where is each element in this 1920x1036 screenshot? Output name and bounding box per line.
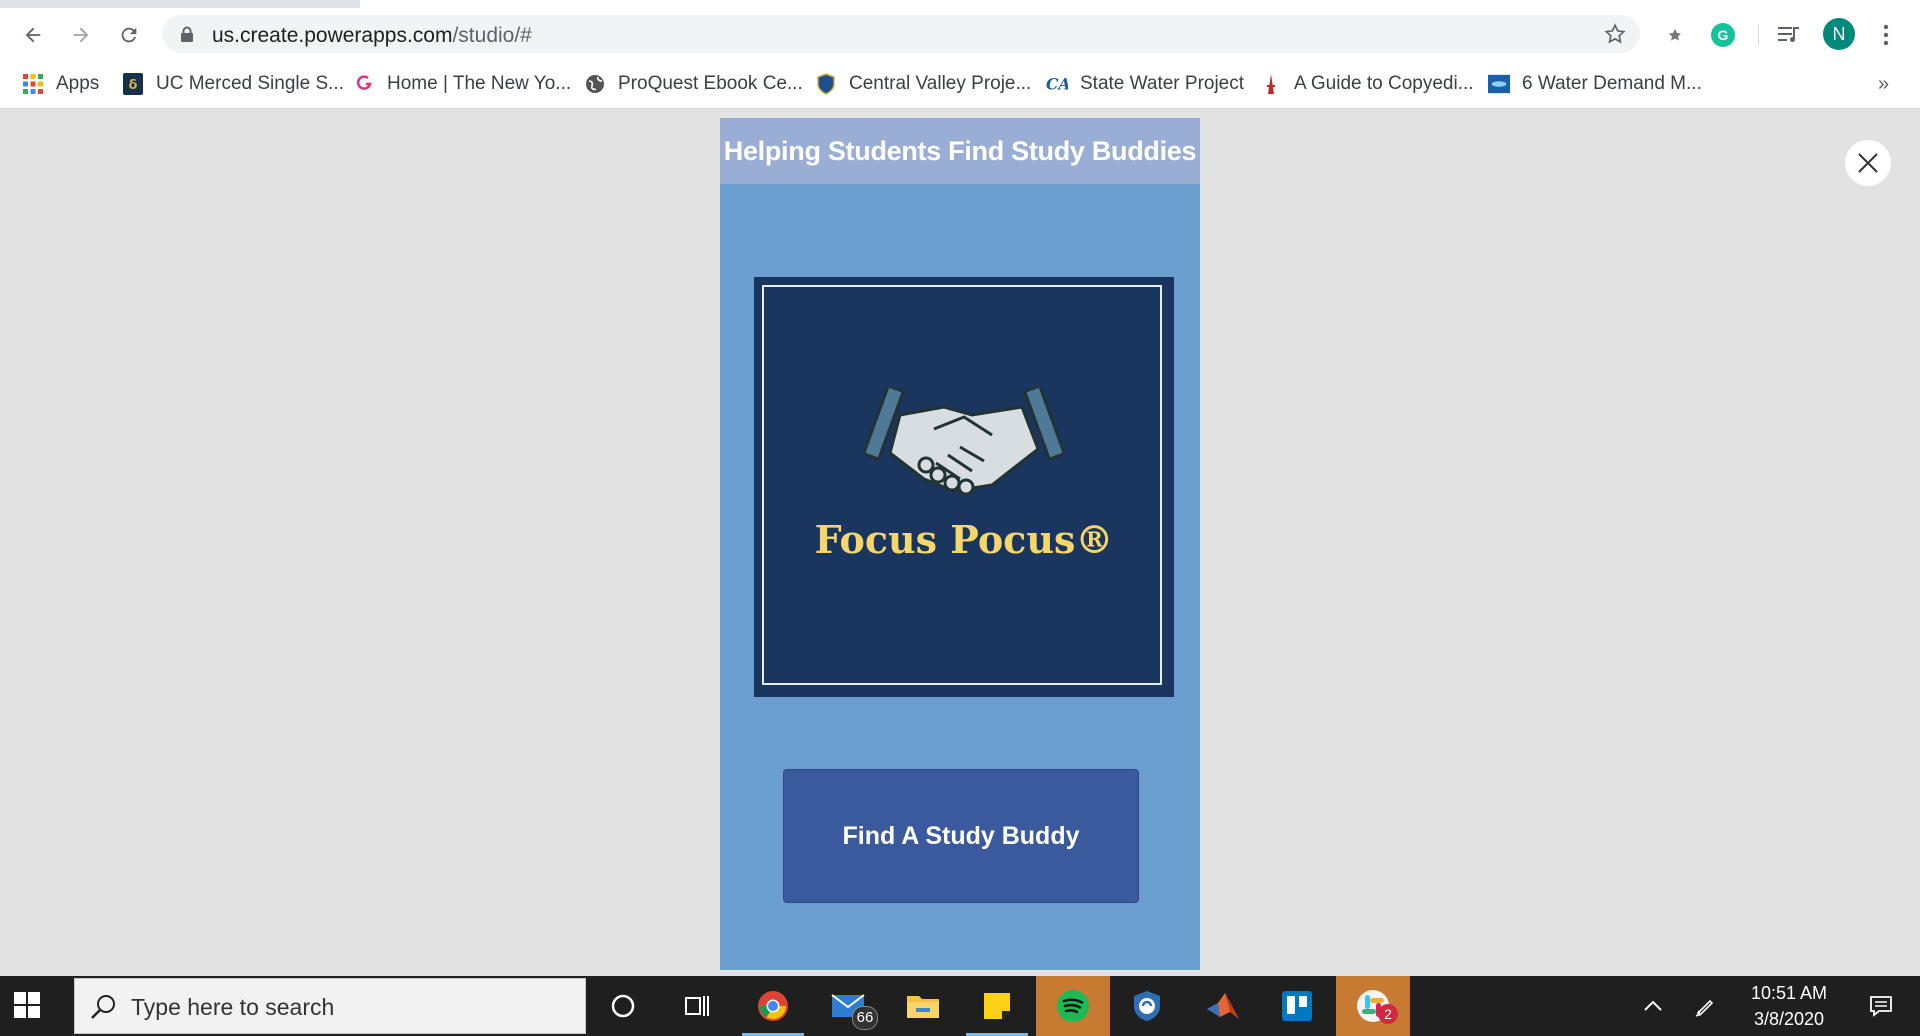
system-clock[interactable]: 10:51 AM 3/8/2020 bbox=[1738, 980, 1840, 1032]
app-header: Helping Students Find Study Buddies bbox=[720, 118, 1200, 184]
bookmark-copyediting[interactable]: A Guide to Copyedi... bbox=[1260, 71, 1474, 97]
toolbar-divider bbox=[1758, 24, 1759, 46]
shield-icon bbox=[815, 73, 837, 95]
address-bar[interactable]: us.create.powerapps.com/studio/# bbox=[162, 15, 1640, 53]
start-button[interactable] bbox=[14, 992, 40, 1023]
find-study-buddy-button[interactable]: Find A Study Buddy bbox=[783, 769, 1139, 903]
mail-badge: 66 bbox=[852, 1006, 878, 1030]
arrow-right-icon bbox=[73, 27, 89, 43]
matlab-button[interactable] bbox=[1186, 976, 1260, 1036]
taskbar-search-input[interactable]: Type here to search bbox=[74, 978, 586, 1034]
chrome-icon bbox=[758, 991, 788, 1021]
trello-button[interactable] bbox=[1260, 976, 1334, 1036]
chrome-taskbar-button[interactable] bbox=[736, 976, 810, 1036]
windows-taskbar: Type here to search 66 2 10:51 AM 3/8/20… bbox=[0, 976, 1920, 1036]
task-view-icon bbox=[685, 996, 709, 1016]
bookmark-water-demand[interactable]: 6 Water Demand M... bbox=[1488, 71, 1702, 97]
reload-button[interactable] bbox=[112, 18, 146, 52]
matlab-icon bbox=[1207, 993, 1239, 1019]
shield-app-icon bbox=[1134, 991, 1160, 1021]
bookmark-central-valley[interactable]: Central Valley Proje... bbox=[815, 71, 1031, 97]
slack-button[interactable]: 2 bbox=[1336, 976, 1410, 1036]
slack-badge: 2 bbox=[1378, 1004, 1398, 1024]
bookmarks-overflow-button[interactable]: » bbox=[1878, 71, 1889, 97]
action-center-button[interactable] bbox=[1856, 976, 1906, 1036]
close-preview-button[interactable] bbox=[1845, 140, 1891, 186]
cortana-circle-icon bbox=[611, 994, 635, 1018]
bookmark-new-yorker[interactable]: Home | The New Yo... bbox=[353, 71, 571, 97]
shield-app-button[interactable] bbox=[1110, 976, 1184, 1036]
search-icon bbox=[91, 995, 115, 1019]
apps-grid-icon bbox=[22, 73, 44, 95]
media-controls-icon[interactable] bbox=[1776, 22, 1802, 48]
folder-icon bbox=[907, 996, 939, 1018]
sticky-notes-icon bbox=[984, 993, 1010, 1019]
reload-icon bbox=[121, 27, 137, 43]
svg-text:G: G bbox=[1718, 27, 1729, 43]
sticky-notes-button[interactable] bbox=[960, 976, 1034, 1036]
app-title: Helping Students Find Study Buddies bbox=[723, 136, 1197, 166]
logo-text: Focus Pocus® bbox=[814, 517, 1114, 562]
bookmarks-bar: Apps δ UC Merced Single S... Home | The … bbox=[0, 61, 1920, 109]
bookmark-apps[interactable]: Apps bbox=[22, 71, 99, 97]
chevron-up-icon bbox=[1644, 1000, 1662, 1011]
spotify-button[interactable] bbox=[1036, 976, 1110, 1036]
bookmark-uc-merced[interactable]: δ UC Merced Single S... bbox=[122, 71, 344, 97]
tab-strip bbox=[0, 0, 1920, 8]
water-demand-icon bbox=[1488, 73, 1510, 95]
clock-date: 3/8/2020 bbox=[1753, 1009, 1825, 1029]
browser-toolbar: us.create.powerapps.com/studio/# G N bbox=[0, 8, 1920, 61]
bookmark-state-water[interactable]: CA State Water Project bbox=[1046, 71, 1244, 97]
url-text: us.create.powerapps.com/studio/# bbox=[212, 24, 532, 47]
lock-icon bbox=[181, 26, 193, 42]
close-icon bbox=[1858, 153, 1878, 173]
app-screen: Helping Students Find Study Buddies Focu… bbox=[720, 118, 1200, 970]
pen-tray-button[interactable] bbox=[1690, 976, 1720, 1036]
clock-time: 10:51 AM bbox=[1750, 983, 1828, 1003]
show-hidden-icons-button[interactable] bbox=[1638, 976, 1668, 1036]
star-icon[interactable] bbox=[1604, 23, 1626, 45]
spotify-icon bbox=[1057, 990, 1089, 1022]
cortana-button[interactable] bbox=[586, 976, 660, 1036]
extension-icon[interactable] bbox=[1662, 22, 1688, 48]
svg-text:δ: δ bbox=[129, 78, 138, 93]
tower-icon bbox=[1260, 73, 1282, 95]
task-view-button[interactable] bbox=[660, 976, 734, 1036]
back-button[interactable] bbox=[16, 18, 50, 52]
file-explorer-button[interactable] bbox=[886, 976, 960, 1036]
ca-water-icon: CA bbox=[1046, 73, 1068, 95]
mail-taskbar-button[interactable]: 66 bbox=[812, 976, 886, 1036]
more-menu-icon[interactable] bbox=[1873, 22, 1899, 48]
svg-text:CA: CA bbox=[1046, 75, 1068, 94]
windows-logo-icon bbox=[14, 992, 40, 1018]
arrow-left-icon bbox=[25, 27, 41, 43]
swirl-icon bbox=[353, 73, 375, 95]
grammarly-icon[interactable]: G bbox=[1710, 22, 1736, 48]
trello-icon bbox=[1282, 991, 1312, 1021]
bookmark-proquest[interactable]: ProQuest Ebook Ce... bbox=[584, 71, 803, 97]
uc-merced-icon: δ bbox=[122, 73, 144, 95]
pen-icon bbox=[1695, 999, 1714, 1017]
search-placeholder: Type here to search bbox=[131, 994, 335, 1020]
notification-icon bbox=[1870, 996, 1892, 1017]
handshake-icon bbox=[864, 387, 1064, 496]
focus-pocus-logo: Focus Pocus® bbox=[754, 277, 1174, 697]
profile-avatar[interactable]: N bbox=[1823, 18, 1855, 50]
forward-button[interactable] bbox=[64, 18, 98, 52]
globe-icon bbox=[584, 73, 606, 95]
